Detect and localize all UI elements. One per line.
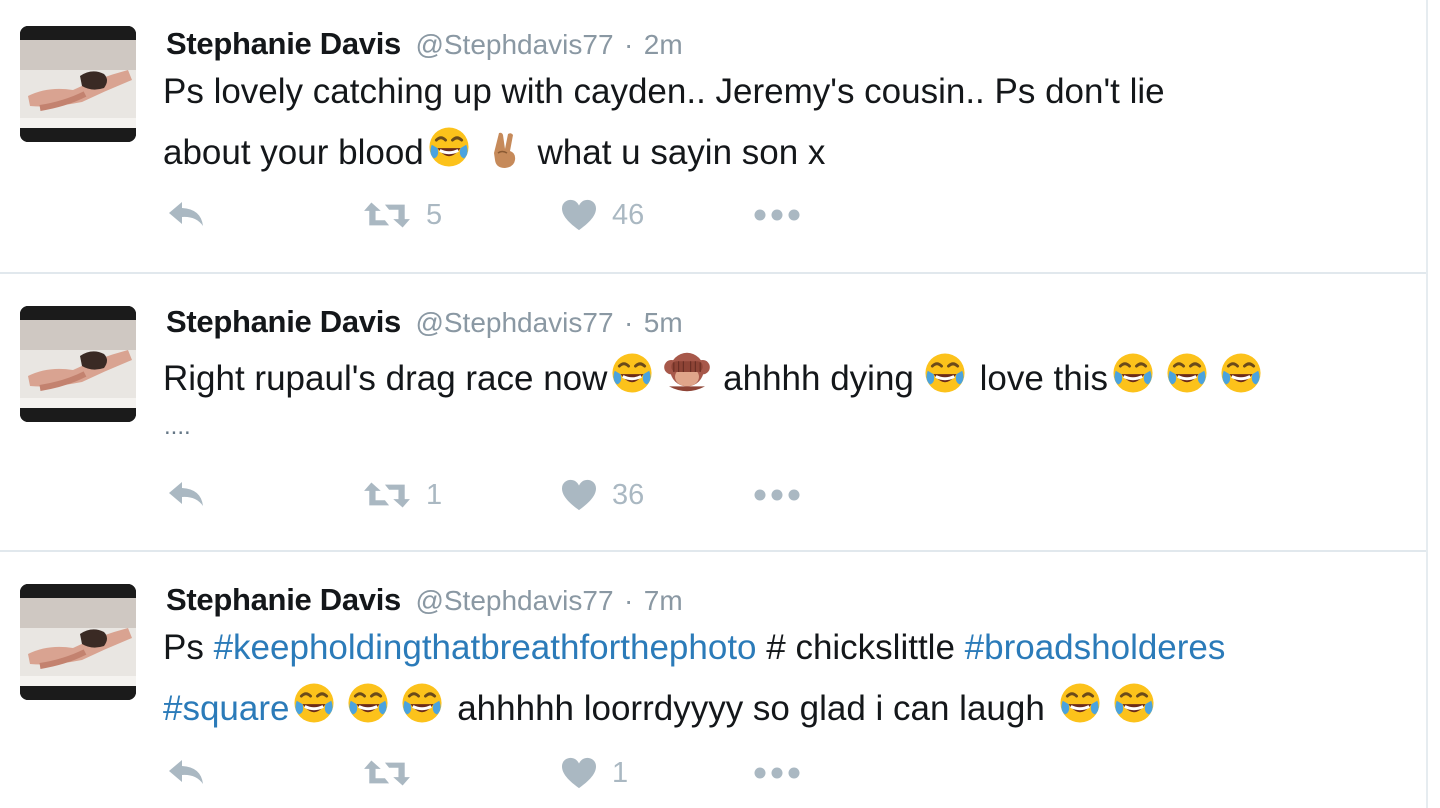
victory-hand-emoji: [486, 128, 526, 170]
display-name[interactable]: Stephanie Davis: [166, 26, 401, 61]
timestamp[interactable]: 5m: [644, 307, 683, 338]
meta-separator: ·: [624, 307, 634, 338]
more-button[interactable]: [752, 208, 802, 222]
hashtag-link[interactable]: #square: [163, 689, 289, 728]
user-handle[interactable]: @Stephdavis77: [415, 29, 613, 60]
display-name[interactable]: Stephanie Davis: [166, 582, 401, 617]
tweet-text: ....: [164, 413, 191, 440]
tweet-text-segment: love this: [969, 359, 1108, 398]
timeline-border: [1426, 0, 1428, 808]
tweet[interactable]: Stephanie Davis @Stephdavis77 · 5m Right…: [0, 274, 1426, 550]
more-icon: [752, 766, 802, 780]
retweet-icon: [362, 756, 412, 790]
avatar[interactable]: [20, 584, 136, 700]
like-count: 36: [612, 478, 645, 511]
heart-icon: [560, 756, 598, 790]
reply-icon: [166, 198, 206, 230]
more-icon: [752, 488, 802, 502]
meta-separator: ·: [624, 29, 634, 60]
tears-of-joy-emoji: [1164, 350, 1210, 396]
tweet-text: about your blood what u sayin son x: [163, 124, 825, 175]
tweet-text: Ps lovely catching up with cayden.. Jere…: [163, 72, 1165, 111]
tears-of-joy-emoji: [1218, 350, 1264, 396]
tweet-text-segment: ahhhh dying: [713, 359, 914, 398]
hashtag-link[interactable]: #broadsholderes: [965, 628, 1226, 667]
user-handle[interactable]: @Stephdavis77: [415, 585, 613, 616]
like-button[interactable]: 1: [560, 756, 628, 790]
user-handle[interactable]: @Stephdavis77: [415, 307, 613, 338]
tweet-text: Right rupaul's drag race now ahhhh dying…: [163, 348, 1266, 401]
reply-icon: [166, 478, 206, 510]
tweet-header: Stephanie Davis @Stephdavis77 · 5m: [166, 304, 683, 340]
timestamp[interactable]: 7m: [644, 585, 683, 616]
tweet-text-segment: Ps: [163, 628, 214, 667]
tears-of-joy-emoji: [426, 124, 472, 170]
tweet-text-segment: Right rupaul's drag race now: [163, 359, 608, 398]
tweet-header: Stephanie Davis @Stephdavis77 · 2m: [166, 26, 683, 62]
tweet-header: Stephanie Davis @Stephdavis77 · 7m: [166, 582, 683, 618]
retweet-count: 5: [426, 198, 443, 231]
retweet-count: 1: [426, 478, 443, 511]
heart-icon: [560, 478, 598, 512]
tears-of-joy-emoji: [291, 680, 337, 726]
tweet-text-segment: what u sayin son x: [527, 133, 826, 172]
more-icon: [752, 208, 802, 222]
retweet-icon: [362, 478, 412, 512]
retweet-button[interactable]: 1: [362, 478, 442, 512]
avatar[interactable]: [20, 306, 136, 422]
tears-of-joy-emoji: [1110, 350, 1156, 396]
tweet-text-segment: ahhhhh loorrdyyyy so glad i can laugh: [447, 689, 1055, 728]
tweet-text: #square ahhhhh loorrdyyyy so glad i can …: [163, 680, 1159, 731]
like-count: 46: [612, 198, 645, 231]
retweet-button[interactable]: [362, 756, 426, 790]
avatar[interactable]: [20, 26, 136, 142]
tweet-text-segment: # chickslittle: [756, 628, 965, 667]
display-name[interactable]: Stephanie Davis: [166, 304, 401, 339]
tweet[interactable]: Stephanie Davis @Stephdavis77 · 2m Ps lo…: [0, 0, 1426, 272]
reply-button[interactable]: [166, 478, 206, 510]
tears-of-joy-emoji: [399, 680, 445, 726]
reply-button[interactable]: [166, 198, 206, 230]
like-button[interactable]: 36: [560, 478, 644, 512]
retweet-icon: [362, 198, 412, 232]
tweet-text: Ps #keepholdingthatbreathforthephoto # c…: [163, 626, 1225, 670]
heart-icon: [560, 198, 598, 232]
see-no-evil-monkey-emoji: [663, 348, 711, 396]
tweet[interactable]: Stephanie Davis @Stephdavis77 · 7m Ps #k…: [0, 552, 1426, 808]
reply-button[interactable]: [166, 756, 206, 788]
tweet-text-segment: about your blood: [163, 133, 424, 172]
more-button[interactable]: [752, 488, 802, 502]
hashtag-link[interactable]: #keepholdingthatbreathforthephoto: [214, 628, 757, 667]
like-count: 1: [612, 756, 629, 789]
reply-icon: [166, 756, 206, 788]
tears-of-joy-emoji: [922, 350, 968, 396]
tears-of-joy-emoji: [609, 350, 655, 396]
meta-separator: ·: [624, 585, 634, 616]
tears-of-joy-emoji: [345, 680, 391, 726]
like-button[interactable]: 46: [560, 198, 644, 232]
timestamp[interactable]: 2m: [644, 29, 683, 60]
tears-of-joy-emoji: [1057, 680, 1103, 726]
tears-of-joy-emoji: [1111, 680, 1157, 726]
more-button[interactable]: [752, 766, 802, 780]
retweet-button[interactable]: 5: [362, 198, 442, 232]
